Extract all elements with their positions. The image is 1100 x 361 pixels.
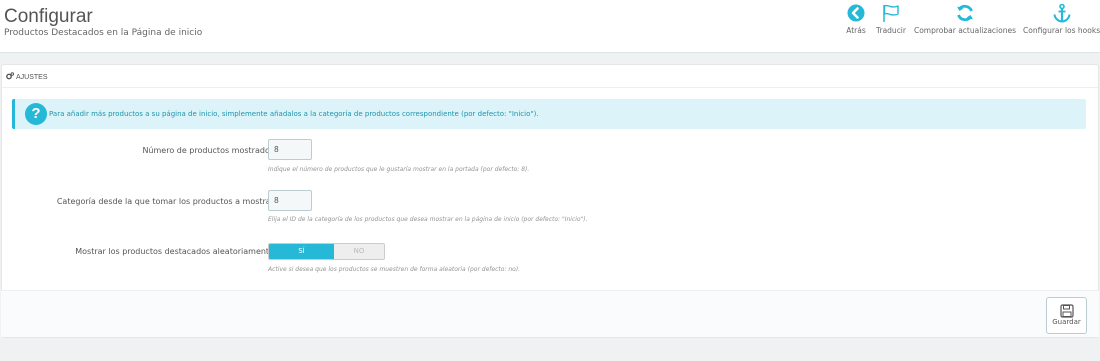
anchor-icon <box>1023 2 1100 24</box>
switch-no-option[interactable]: NO <box>334 244 384 259</box>
products-count-label: Número de productos mostrados <box>142 146 274 155</box>
cogs-icon <box>6 72 15 80</box>
configure-hooks-button[interactable]: Configurar los hooks <box>1023 2 1100 35</box>
flag-icon <box>873 2 909 24</box>
panel-heading-label: AJUSTES <box>16 74 48 81</box>
configure-hooks-button-label: Configurar los hooks <box>1023 26 1100 35</box>
back-button[interactable]: Atrás <box>844 2 868 35</box>
back-arrow-icon <box>844 2 868 24</box>
info-alert: ? Para añadir más productos a su página … <box>12 99 1086 129</box>
page-subtitle: Productos Destacados en la Página de ini… <box>4 28 203 38</box>
info-alert-text: Para añadir más productos a su página de… <box>49 110 539 118</box>
check-updates-button-label: Comprobar actualizaciones <box>913 26 1016 35</box>
translate-button-label: Traducir <box>876 26 906 35</box>
random-products-help: Active si desea que los productos se mue… <box>268 266 521 273</box>
page-title: Configurar <box>4 6 93 27</box>
products-count-help: Indique el número de productos que le gu… <box>268 166 530 173</box>
random-products-label: Mostrar los productos destacados aleator… <box>75 247 274 256</box>
random-products-switch[interactable]: SÍ NO <box>268 243 385 260</box>
category-id-input[interactable] <box>268 190 312 211</box>
save-button-label: Guardar <box>1052 318 1081 326</box>
panel-footer: Guardar <box>1 290 1099 337</box>
page-header: Configurar Productos Destacados en la Pá… <box>0 0 1100 53</box>
refresh-icon <box>913 2 1017 24</box>
panel-heading: AJUSTES <box>2 65 1098 88</box>
save-button[interactable]: Guardar <box>1046 297 1087 334</box>
switch-yes-option[interactable]: SÍ <box>269 244 334 259</box>
check-updates-button[interactable]: Comprobar actualizaciones <box>913 2 1017 35</box>
question-icon: ? <box>25 103 47 125</box>
back-button-label: Atrás <box>846 26 866 35</box>
floppy-disk-icon <box>1059 303 1074 318</box>
products-count-input[interactable] <box>268 139 312 160</box>
category-id-help: Elija el ID de la categoría de los produ… <box>268 216 588 223</box>
category-id-label: Categoría desde la que tomar los product… <box>56 197 274 206</box>
translate-button[interactable]: Traducir <box>873 2 909 35</box>
